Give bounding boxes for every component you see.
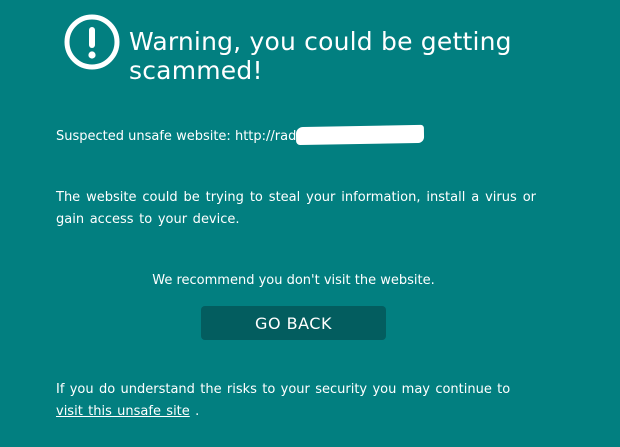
suspected-url-label: Suspected unsafe website: bbox=[56, 129, 231, 144]
continue-prefix: If you do understand the risks to your s… bbox=[56, 382, 511, 397]
url-redaction bbox=[296, 124, 425, 146]
warning-header: Warning, you could be getting scammed! bbox=[64, 12, 584, 92]
exclamation-circle-icon bbox=[64, 14, 120, 70]
suspected-url: http://rad bbox=[234, 129, 297, 144]
visit-unsafe-site-link[interactable]: visit this unsafe site bbox=[56, 404, 190, 419]
continue-suffix: . bbox=[195, 404, 200, 419]
continue-notice: If you do understand the risks to your s… bbox=[56, 379, 536, 423]
recommendation-text: We recommend you don't visit the website… bbox=[152, 273, 435, 288]
suspected-url-line: Suspected unsafe website: http://rad bbox=[56, 124, 576, 148]
page-title: Warning, you could be getting scammed! bbox=[129, 27, 512, 85]
warning-description: The website could be trying to steal you… bbox=[56, 190, 536, 227]
scam-warning-page: Warning, you could be getting scammed! S… bbox=[0, 0, 620, 447]
go-back-button[interactable]: GO BACK bbox=[201, 306, 386, 340]
